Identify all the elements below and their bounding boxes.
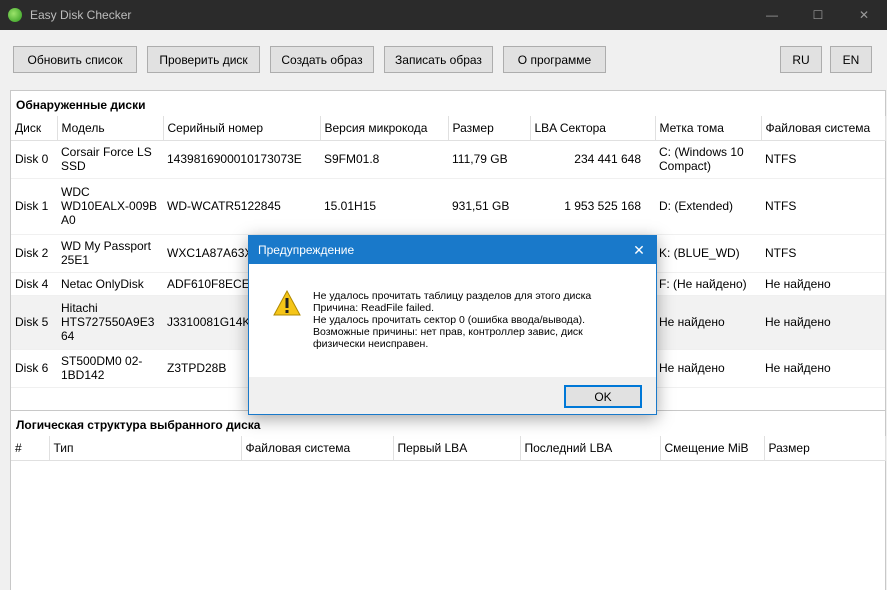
cell-volume-label: C: (Windows 10 Compact): [655, 140, 761, 179]
cell-firmware: S9FM01.8: [320, 140, 448, 179]
close-window-button[interactable]: ✕: [841, 0, 887, 30]
col-part-filesystem[interactable]: Файловая система: [241, 436, 394, 461]
message-line: Причина: ReadFile failed.: [313, 302, 435, 314]
cell-volume-label: Не найдено: [655, 349, 761, 388]
cell-model: ST500DM0 02-1BD142: [57, 349, 163, 388]
col-part-size[interactable]: Размер: [764, 436, 886, 461]
col-type[interactable]: Тип: [49, 436, 242, 461]
col-last-lba[interactable]: Последний LBA: [520, 436, 661, 461]
lang-en-button[interactable]: EN: [830, 46, 872, 73]
ok-button[interactable]: OK: [564, 385, 642, 408]
cell-volume-label: F: (Не найдено): [655, 272, 761, 296]
message-line: Не удалось прочитать сектор 0 (ошибка вв…: [313, 314, 586, 326]
message-line: физически неисправен.: [313, 338, 429, 350]
partitions-table-header: # Тип Файловая система Первый LBA Послед…: [11, 436, 886, 461]
col-firmware[interactable]: Версия микрокода: [320, 116, 449, 141]
cell-model: Netac OnlyDisk: [57, 272, 163, 296]
col-first-lba[interactable]: Первый LBA: [393, 436, 521, 461]
disks-group-title: Обнаруженные диски: [16, 98, 146, 112]
table-row[interactable]: Disk 0 Corsair Force LS SSD 143981690001…: [11, 140, 885, 179]
window-title: Easy Disk Checker: [30, 8, 132, 22]
cell-volume-label: Не найдено: [655, 295, 761, 350]
cell-filesystem: NTFS: [761, 234, 885, 273]
cell-filesystem: Не найдено: [761, 349, 885, 388]
partitions-table: # Тип Файловая система Первый LBA Послед…: [11, 436, 886, 461]
col-volume-label[interactable]: Метка тома: [655, 116, 762, 141]
cell-model: WD My Passport 25E1: [57, 234, 163, 273]
cell-volume-label: D: (Extended): [655, 178, 761, 235]
create-image-button[interactable]: Создать образ: [270, 46, 374, 73]
cell-filesystem: NTFS: [761, 140, 885, 179]
cell-disk: Disk 5: [11, 295, 57, 350]
cell-disk: Disk 4: [11, 272, 57, 296]
col-size[interactable]: Размер: [448, 116, 531, 141]
cell-model: WDC WD10EALX-009B A0: [57, 178, 163, 235]
cell-disk: Disk 0: [11, 140, 57, 179]
cell-disk: Disk 2: [11, 234, 57, 273]
dialog-title: Предупреждение: [258, 243, 355, 257]
cell-filesystem: Не найдено: [761, 295, 885, 350]
col-offset[interactable]: Смещение MiB: [660, 436, 765, 461]
partitions-group: Логическая структура выбранного диска # …: [10, 410, 886, 590]
col-model[interactable]: Модель: [57, 116, 164, 141]
warning-dialog: Предупреждение ✕ Не удалось прочитать та…: [248, 235, 657, 415]
cell-volume-label: K: (BLUE_WD): [655, 234, 761, 273]
dialog-close-button[interactable]: ✕: [622, 236, 656, 264]
disks-table-header: Диск Модель Серийный номер Версия микрок…: [11, 116, 886, 141]
cell-size: 931,51 GB: [448, 178, 530, 235]
cell-lba: 1 953 525 168: [530, 178, 655, 235]
dialog-message: Не удалось прочитать таблицу разделов дл…: [313, 290, 643, 350]
check-disk-button[interactable]: Проверить диск: [147, 46, 260, 73]
lang-ru-button[interactable]: RU: [780, 46, 822, 73]
about-button[interactable]: О программе: [503, 46, 606, 73]
cell-lba: 234 441 648: [530, 140, 655, 179]
table-row[interactable]: Disk 1 WDC WD10EALX-009B A0 WD-WCATR5122…: [11, 178, 885, 235]
cell-model: Hitachi HTS727550A9E3 64: [57, 295, 163, 350]
cell-filesystem: NTFS: [761, 178, 885, 235]
col-lba[interactable]: LBA Сектора: [530, 116, 656, 141]
col-serial[interactable]: Серийный номер: [163, 116, 321, 141]
window-controls: — ☐ ✕: [749, 0, 887, 30]
col-filesystem[interactable]: Файловая система: [761, 116, 886, 141]
cell-firmware: 15.01H15: [320, 178, 448, 235]
title-bar: Easy Disk Checker — ☐ ✕: [0, 0, 887, 30]
dialog-title-bar: Предупреждение ✕: [249, 236, 656, 264]
warning-icon: [273, 290, 301, 316]
app-icon: [8, 8, 22, 22]
dialog-body: Не удалось прочитать таблицу разделов дл…: [249, 264, 656, 377]
partitions-group-title: Логическая структура выбранного диска: [16, 418, 261, 432]
message-line: Не удалось прочитать таблицу разделов дл…: [313, 290, 592, 302]
write-image-button[interactable]: Записать образ: [384, 46, 493, 73]
maximize-button[interactable]: ☐: [795, 0, 841, 30]
message-line: Возможные причины: нет прав, контроллер …: [313, 326, 583, 338]
cell-serial: 1439816900010173073E: [163, 140, 320, 179]
cell-filesystem: Не найдено: [761, 272, 885, 296]
cell-serial: WD-WCATR5122845: [163, 178, 320, 235]
cell-model: Corsair Force LS SSD: [57, 140, 163, 179]
col-index[interactable]: #: [11, 436, 50, 461]
cell-disk: Disk 6: [11, 349, 57, 388]
col-disk[interactable]: Диск: [11, 116, 58, 141]
cell-disk: Disk 1: [11, 178, 57, 235]
minimize-button[interactable]: —: [749, 0, 795, 30]
refresh-list-button[interactable]: Обновить список: [13, 46, 137, 73]
cell-size: 111,79 GB: [448, 140, 530, 179]
